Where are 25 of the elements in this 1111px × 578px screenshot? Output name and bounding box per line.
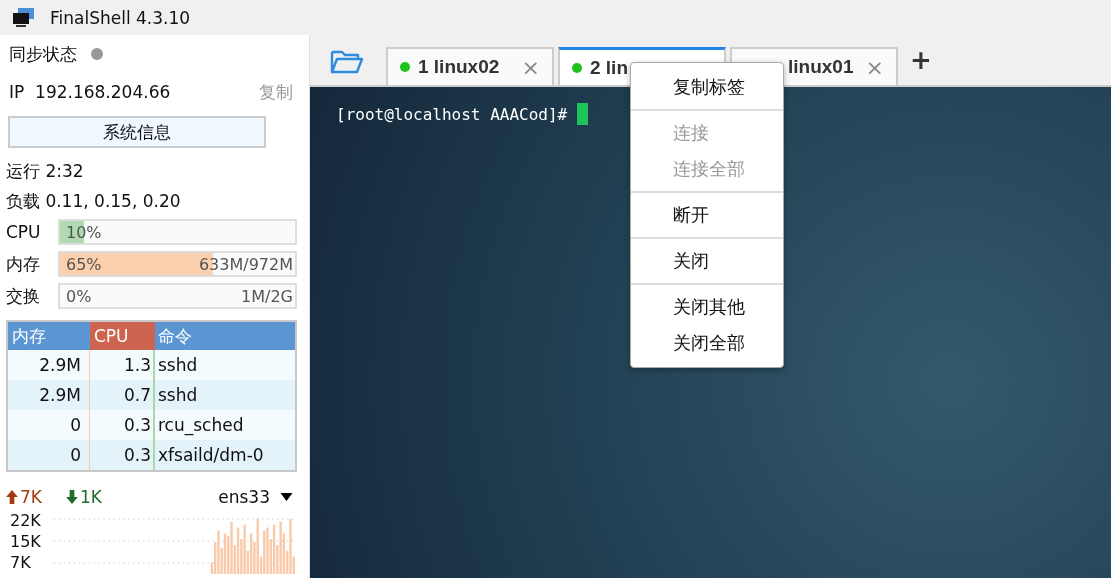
table-cell-text: sshd xyxy=(157,354,199,377)
meter-amount: 1M/2G xyxy=(241,286,293,306)
uptime-text: 运行 2:32 xyxy=(6,160,85,183)
meter-percent: 0% xyxy=(66,286,92,306)
table-cell: 0 xyxy=(8,440,90,470)
upload-speed: 7K xyxy=(6,487,66,507)
download-speed: 1K xyxy=(66,487,102,507)
table-cell-text: sshd xyxy=(157,384,199,407)
table-cell-text: xfsaild/dm-0 xyxy=(157,444,265,467)
meter-percent: 10% xyxy=(66,222,102,242)
meter-label: 内存 xyxy=(6,252,41,276)
table-cell-text: rcu_sched xyxy=(157,414,245,438)
meter-label: CPU xyxy=(6,222,42,242)
axis-label: 7K xyxy=(10,552,32,573)
meter-percent: 65% xyxy=(66,254,102,274)
window-title: FinalShell 4.3.10 xyxy=(50,7,191,28)
ip-label: IP 192.168.204.66 xyxy=(9,82,171,102)
sync-status-label: 同步状态 xyxy=(9,42,77,66)
terminal-prompt: [root@localhost AAACod]# xyxy=(336,104,568,124)
meter-label: 交换 xyxy=(6,284,41,308)
table-cell: 0.3 xyxy=(90,440,155,470)
axis-label: 22K xyxy=(10,510,42,531)
load-text: 负载 0.11, 0.15, 0.20 xyxy=(6,190,182,213)
meter-amount: 633M/972M xyxy=(198,254,293,274)
axis-label: 15K xyxy=(10,531,42,552)
